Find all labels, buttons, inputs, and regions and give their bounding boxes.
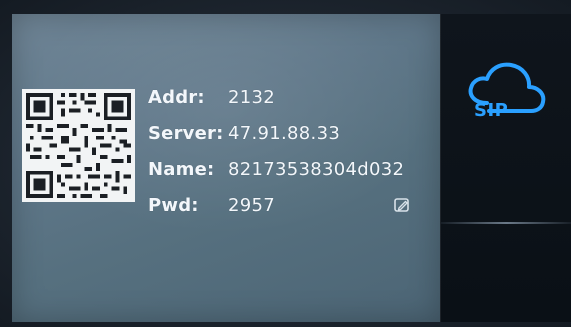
server-value: 47.91.88.33 xyxy=(228,122,341,144)
edit-pencil-icon[interactable] xyxy=(393,196,411,214)
server-label: Server: xyxy=(148,122,224,144)
sidebar-divider xyxy=(441,222,571,224)
sidebar: SIP xyxy=(440,14,571,322)
device-display: Addr: 2132 Server: 47.91.88.33 Name: 821… xyxy=(0,0,571,327)
name-row: Name: 82173538304d032 xyxy=(148,151,438,187)
name-label: Name: xyxy=(148,158,215,180)
server-row: Server: 47.91.88.33 xyxy=(148,115,438,151)
pwd-row: Pwd: 2957 xyxy=(148,187,438,223)
sip-info: Addr: 2132 Server: 47.91.88.33 Name: 821… xyxy=(148,79,438,223)
sip-info-screen: Addr: 2132 Server: 47.91.88.33 Name: 821… xyxy=(12,14,440,322)
name-value: 82173538304d032 xyxy=(228,158,405,180)
qr-code-icon xyxy=(22,89,135,202)
pwd-value: 2957 xyxy=(228,194,276,216)
addr-row: Addr: 2132 xyxy=(148,79,438,115)
sip-label: SIP xyxy=(474,100,509,121)
cloud-icon xyxy=(468,62,546,113)
sip-button[interactable]: SIP xyxy=(449,49,564,139)
addr-label: Addr: xyxy=(148,86,205,108)
pwd-label: Pwd: xyxy=(148,194,199,216)
addr-value: 2132 xyxy=(228,86,276,108)
